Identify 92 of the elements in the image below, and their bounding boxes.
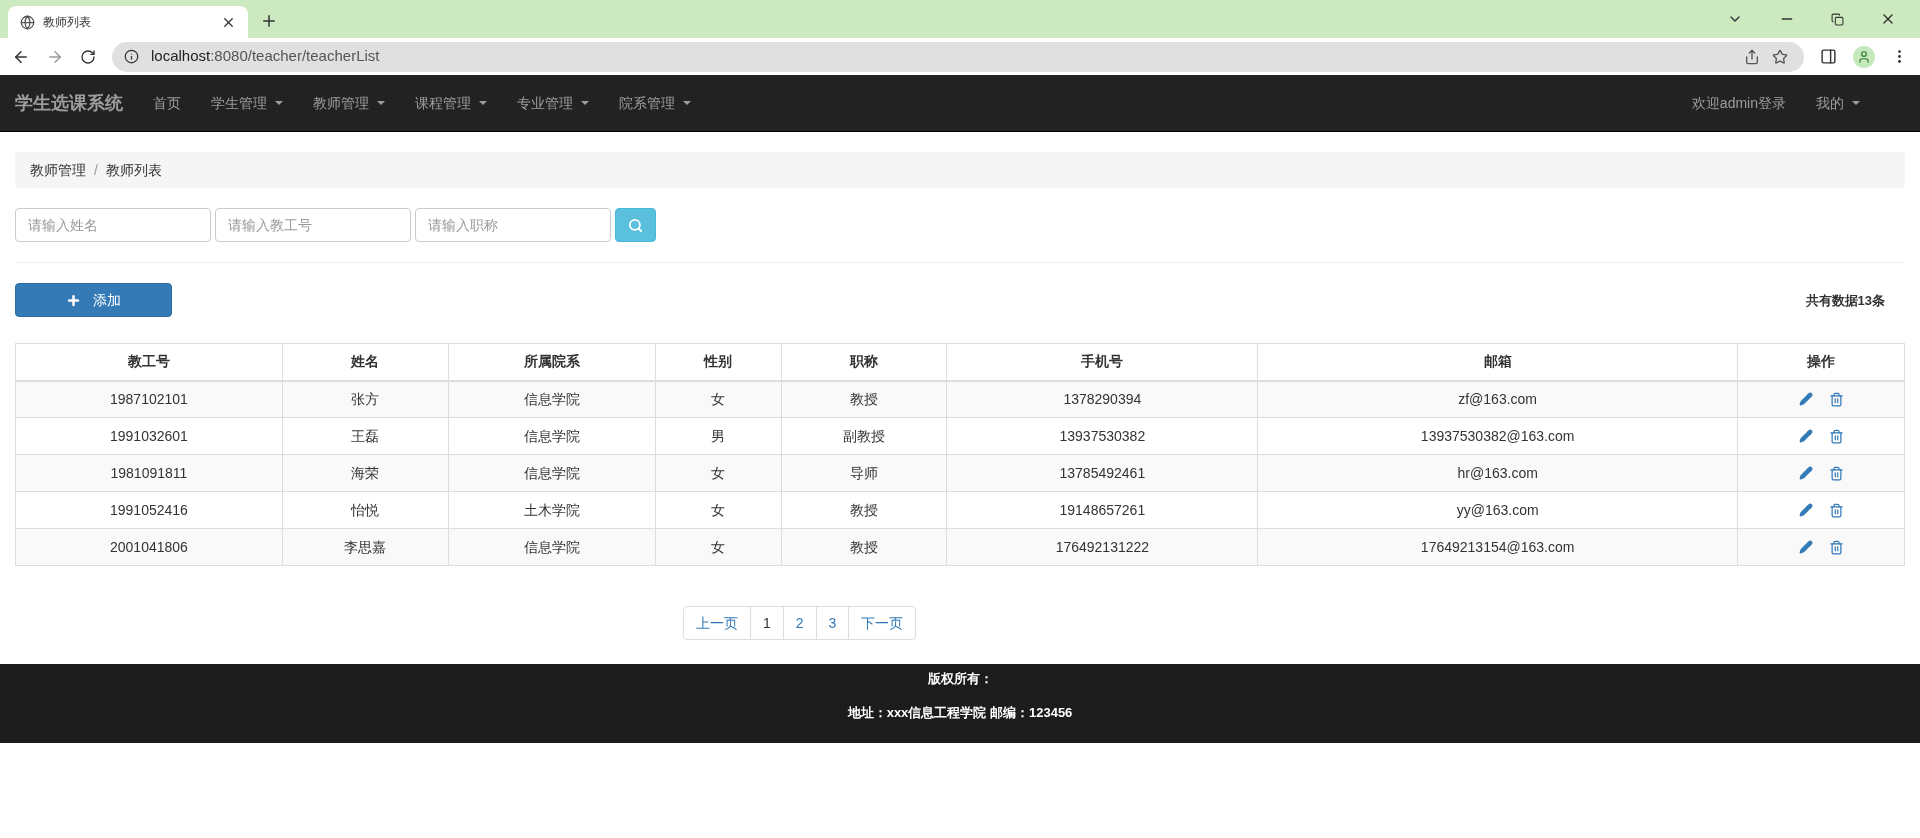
nav-link[interactable]: 专业管理 [502, 92, 604, 114]
column-header: 姓名 [282, 343, 449, 381]
table-cell: zf@163.com [1257, 380, 1738, 418]
breadcrumb-item[interactable]: 教师管理 [30, 159, 86, 181]
nav-link[interactable]: 我的 [1801, 92, 1875, 114]
page-link[interactable]: 上一页 [683, 606, 751, 640]
globe-icon [20, 14, 35, 30]
delete-icon[interactable] [1828, 465, 1844, 481]
table-cell: 副教授 [781, 417, 947, 455]
table-cell: 信息学院 [448, 454, 656, 492]
address-bar[interactable]: localhost:8080/teacher/teacherList [112, 41, 1804, 72]
breadcrumb-separator: / [94, 160, 98, 180]
search-field[interactable]: 请输入姓名 [15, 208, 211, 242]
table-cell: 1981091811 [15, 454, 283, 492]
table-cell: 1991052416 [15, 491, 283, 529]
side-panel-icon[interactable] [1820, 48, 1837, 65]
page-link[interactable]: 3 [815, 606, 850, 640]
total-count: 共有数据13条 [1805, 292, 1885, 310]
page-link[interactable]: 1 [750, 606, 784, 640]
profile-avatar[interactable] [1853, 45, 1875, 68]
table-cell: 17649213154@163.com [1257, 528, 1738, 566]
breadcrumb-item: 教师列表 [105, 160, 162, 180]
nav-link[interactable]: 首页 [138, 92, 196, 114]
nav-link[interactable]: 教师管理 [298, 92, 400, 114]
table-cell: 教授 [781, 380, 947, 418]
page-link[interactable]: 2 [782, 606, 817, 640]
plus-icon [66, 292, 81, 308]
nav-link[interactable]: 课程管理 [400, 92, 502, 114]
column-header: 操作 [1737, 343, 1905, 381]
info-icon [124, 49, 139, 64]
column-header: 手机号 [946, 343, 1258, 381]
search-field[interactable]: 请输入教工号 [215, 208, 411, 242]
page-link[interactable]: 下一页 [848, 606, 917, 640]
table-cell: 信息学院 [448, 528, 656, 566]
table-cell: 1991032601 [15, 417, 283, 455]
table-cell: 13785492461 [946, 454, 1258, 492]
reload-icon[interactable] [80, 48, 96, 65]
table-cell: 张方 [282, 380, 449, 418]
column-header: 职称 [781, 343, 947, 381]
table-cell: 13937530382 [946, 417, 1258, 455]
search-field[interactable]: 请输入职称 [415, 208, 611, 242]
column-header: 性别 [655, 343, 782, 381]
tab-title: 教师列表 [43, 14, 92, 31]
table-cell: 土木学院 [448, 491, 656, 529]
table-cell: 男 [655, 417, 782, 455]
table-cell: 女 [655, 528, 782, 566]
new-tab-icon[interactable] [260, 12, 278, 30]
delete-icon[interactable] [1828, 539, 1844, 555]
table-cell: 信息学院 [448, 417, 656, 455]
table-cell: 海荣 [282, 454, 449, 492]
table-cell: 导师 [781, 454, 947, 492]
table-cell: 1378290394 [946, 380, 1258, 418]
table-cell: 信息学院 [448, 380, 656, 418]
delete-icon[interactable] [1828, 428, 1844, 444]
table-cell: 13937530382@163.com [1257, 417, 1738, 455]
table-cell: 176492131222 [946, 528, 1258, 566]
table-cell: yy@163.com [1257, 491, 1738, 529]
table-cell: hr@163.com [1257, 454, 1738, 492]
edit-icon[interactable] [1798, 503, 1813, 517]
table-cell: 19148657261 [946, 491, 1258, 529]
table-cell: 李思嘉 [282, 528, 449, 566]
search-icon [628, 217, 643, 233]
nav-link[interactable]: 院系管理 [604, 92, 706, 114]
footer-text: 版权所有： [927, 670, 993, 688]
column-header: 邮箱 [1257, 343, 1738, 381]
edit-icon[interactable] [1798, 429, 1813, 443]
nav-link[interactable]: 欢迎admin登录 [1676, 92, 1801, 114]
table-cell: 教授 [781, 491, 947, 529]
browser-tab[interactable]: 教师列表 [8, 6, 248, 38]
table-cell: 女 [655, 454, 782, 492]
star-icon[interactable] [1772, 48, 1788, 65]
edit-icon[interactable] [1798, 466, 1813, 480]
footer-text: 地址：xxx信息工程学院 邮编：123456 [847, 703, 1073, 722]
table-cell: 怡悦 [282, 491, 449, 529]
edit-icon[interactable] [1798, 392, 1813, 407]
table-cell: 1987102101 [15, 380, 283, 418]
table-cell: 女 [655, 491, 782, 529]
table-cell: 王磊 [282, 417, 449, 455]
table-cell: 教授 [781, 528, 947, 566]
brand-title[interactable]: 学生选课系统 [15, 89, 123, 117]
column-header: 教工号 [15, 343, 283, 381]
edit-icon[interactable] [1798, 540, 1813, 554]
delete-icon[interactable] [1828, 391, 1844, 407]
column-header: 所属院系 [448, 343, 656, 381]
url-text: localhost:8080/teacher/teacherList [151, 46, 381, 67]
table-cell: 2001041806 [15, 528, 283, 566]
nav-link[interactable]: 学生管理 [196, 92, 298, 114]
delete-icon[interactable] [1828, 502, 1844, 518]
share-icon[interactable] [1744, 48, 1760, 65]
table-cell: 女 [655, 380, 782, 418]
add-button[interactable]: 添加 [15, 283, 172, 317]
restore-icon[interactable] [1831, 12, 1844, 26]
